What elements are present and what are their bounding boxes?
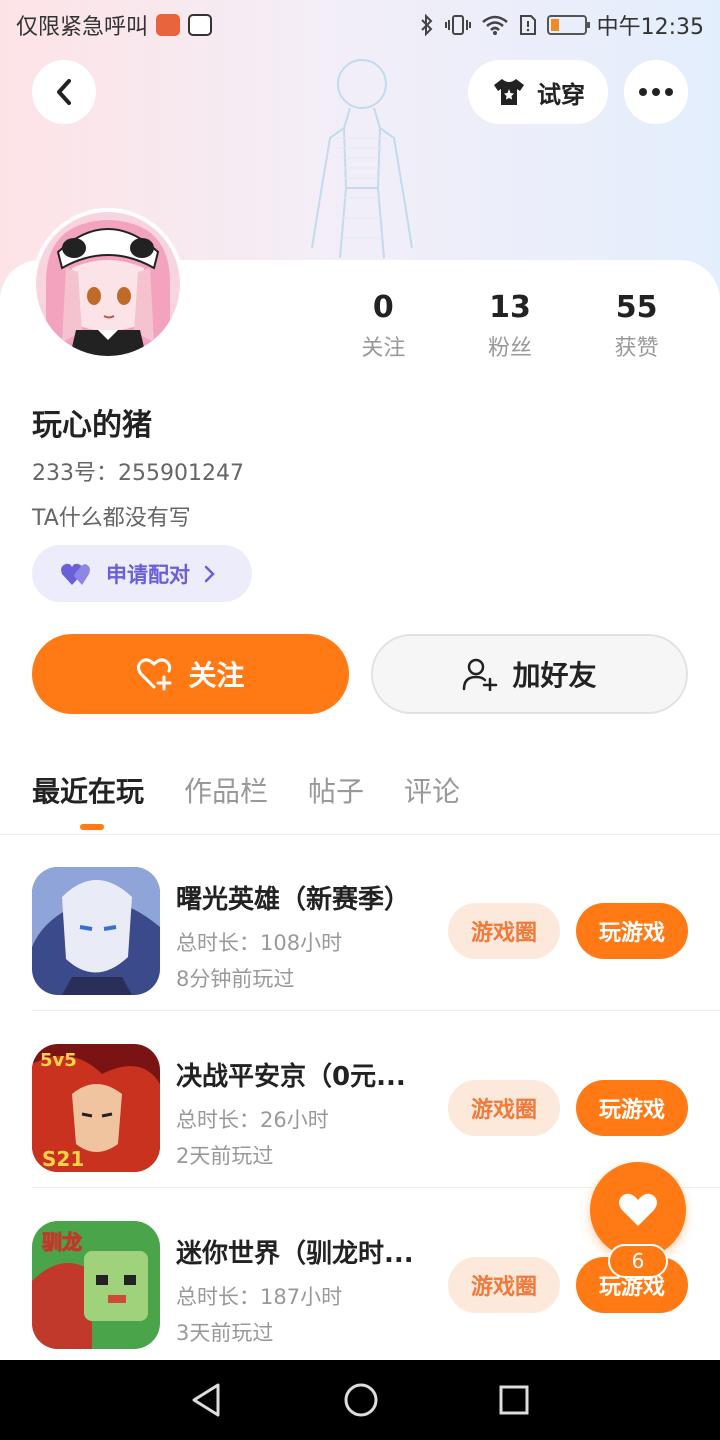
screen-record-icon <box>188 14 213 36</box>
game-icon: 5v5 S21 <box>32 1044 160 1172</box>
back-button[interactable] <box>32 60 96 124</box>
battery-icon <box>546 15 590 35</box>
user-id: 233号：255901247 <box>32 461 244 486</box>
more-options-button[interactable] <box>624 60 688 124</box>
stat-label: 粉丝 <box>488 336 533 361</box>
stat-likes[interactable]: 55 获赞 <box>573 290 700 362</box>
follow-label: 关注 <box>188 659 245 692</box>
wifi-icon <box>481 15 508 35</box>
stat-label: 关注 <box>361 336 406 361</box>
game-total-time: 总时长：26小时 <box>176 1108 329 1132</box>
avatar[interactable] <box>32 208 184 360</box>
try-on-button[interactable]: 试穿 <box>468 60 608 124</box>
status-bar: 仅限紧急呼叫 中午12:35 <box>0 0 720 50</box>
tshirt-icon <box>494 79 524 105</box>
more-dot-icon <box>639 88 647 96</box>
game-circle-button[interactable]: 游戏圈 <box>448 1080 560 1136</box>
stat-value: 55 <box>615 290 658 325</box>
double-heart-icon <box>61 563 90 585</box>
game-cover-image: 驯龙 <box>32 1221 160 1349</box>
game-circle-button[interactable]: 游戏圈 <box>448 903 560 959</box>
more-dot-icon <box>665 88 673 96</box>
game-cover-image <box>32 867 160 995</box>
stat-followers[interactable]: 13 粉丝 <box>447 290 574 362</box>
bluetooth-icon <box>420 14 433 36</box>
profile-tabs: 最近在玩 作品栏 帖子 评论 <box>32 770 460 830</box>
add-friend-label: 加好友 <box>512 659 597 692</box>
game-title: 曙光英雄（新赛季） <box>176 885 411 915</box>
row-divider <box>32 1010 720 1011</box>
avatar-figure-icon <box>311 59 413 259</box>
game-title: 决战平安京（0元... <box>176 1062 406 1092</box>
more-dot-icon <box>652 88 660 96</box>
game-last-played: 3天前玩过 <box>176 1321 274 1345</box>
system-navigation-bar <box>0 1360 720 1440</box>
game-circle-button[interactable]: 游戏圈 <box>448 1257 560 1313</box>
game-cover-image: 5v5 S21 <box>32 1044 160 1172</box>
stat-following[interactable]: 0 关注 <box>320 290 447 362</box>
game-list-item[interactable]: 曙光英雄（新赛季） 总时长：108小时 8分钟前玩过 游戏圈 玩游戏 <box>0 835 720 1011</box>
game-icon <box>32 867 160 995</box>
sim-alert-icon <box>519 15 536 35</box>
user-bio: TA什么都没有写 <box>32 506 191 531</box>
profile-stats: 0 关注 13 粉丝 55 获赞 <box>320 290 700 362</box>
game-list-item[interactable]: 5v5 S21 决战平安京（0元... 总时长：26小时 2天前玩过 游戏圈 玩… <box>0 1012 720 1188</box>
tab-recent-games[interactable]: 最近在玩 <box>32 770 144 830</box>
play-game-button[interactable]: 玩游戏 <box>576 903 688 959</box>
anime-avatar-image <box>36 212 180 356</box>
tab-works[interactable]: 作品栏 <box>184 770 268 830</box>
game-icon: 驯龙 <box>32 1221 160 1349</box>
request-pair-button[interactable]: 申请配对 <box>32 545 252 602</box>
svg-text:5v5: 5v5 <box>40 1050 77 1071</box>
svg-text:S21: S21 <box>42 1147 84 1171</box>
add-friend-button[interactable]: 加好友 <box>371 634 688 714</box>
app-notification-icon <box>156 14 181 36</box>
tab-comments[interactable]: 评论 <box>404 770 460 830</box>
vibrate-icon <box>444 15 471 35</box>
carrier-text: 仅限紧急呼叫 <box>16 15 149 40</box>
game-total-time: 总时长：108小时 <box>176 931 343 955</box>
stat-value: 13 <box>489 290 531 325</box>
request-pair-label: 申请配对 <box>106 562 190 587</box>
svg-text:驯龙: 驯龙 <box>42 1230 82 1254</box>
game-title: 迷你世界（驯龙时... <box>176 1239 414 1269</box>
back-arrow-icon <box>57 79 71 105</box>
follow-button[interactable]: 关注 <box>32 634 349 714</box>
nav-home-icon[interactable] <box>343 1382 379 1418</box>
add-user-icon <box>463 658 498 691</box>
nav-back-icon[interactable] <box>190 1382 224 1418</box>
game-last-played: 2天前玩过 <box>176 1144 274 1168</box>
try-on-label: 试穿 <box>537 80 585 109</box>
heart-plus-icon <box>137 658 172 691</box>
nav-recents-icon[interactable] <box>498 1384 530 1416</box>
heart-icon <box>619 1193 657 1226</box>
stat-value: 0 <box>372 290 394 325</box>
game-total-time: 总时长：187小时 <box>176 1285 343 1309</box>
play-game-button[interactable]: 玩游戏 <box>576 1080 688 1136</box>
username: 玩心的猪 <box>32 408 152 443</box>
like-count-badge: 6 <box>608 1244 668 1278</box>
chevron-right-icon <box>204 565 215 582</box>
stat-label: 获赞 <box>614 336 659 361</box>
tab-posts[interactable]: 帖子 <box>308 770 364 830</box>
status-time: 中午12:35 <box>596 15 704 40</box>
game-last-played: 8分钟前玩过 <box>176 967 295 991</box>
